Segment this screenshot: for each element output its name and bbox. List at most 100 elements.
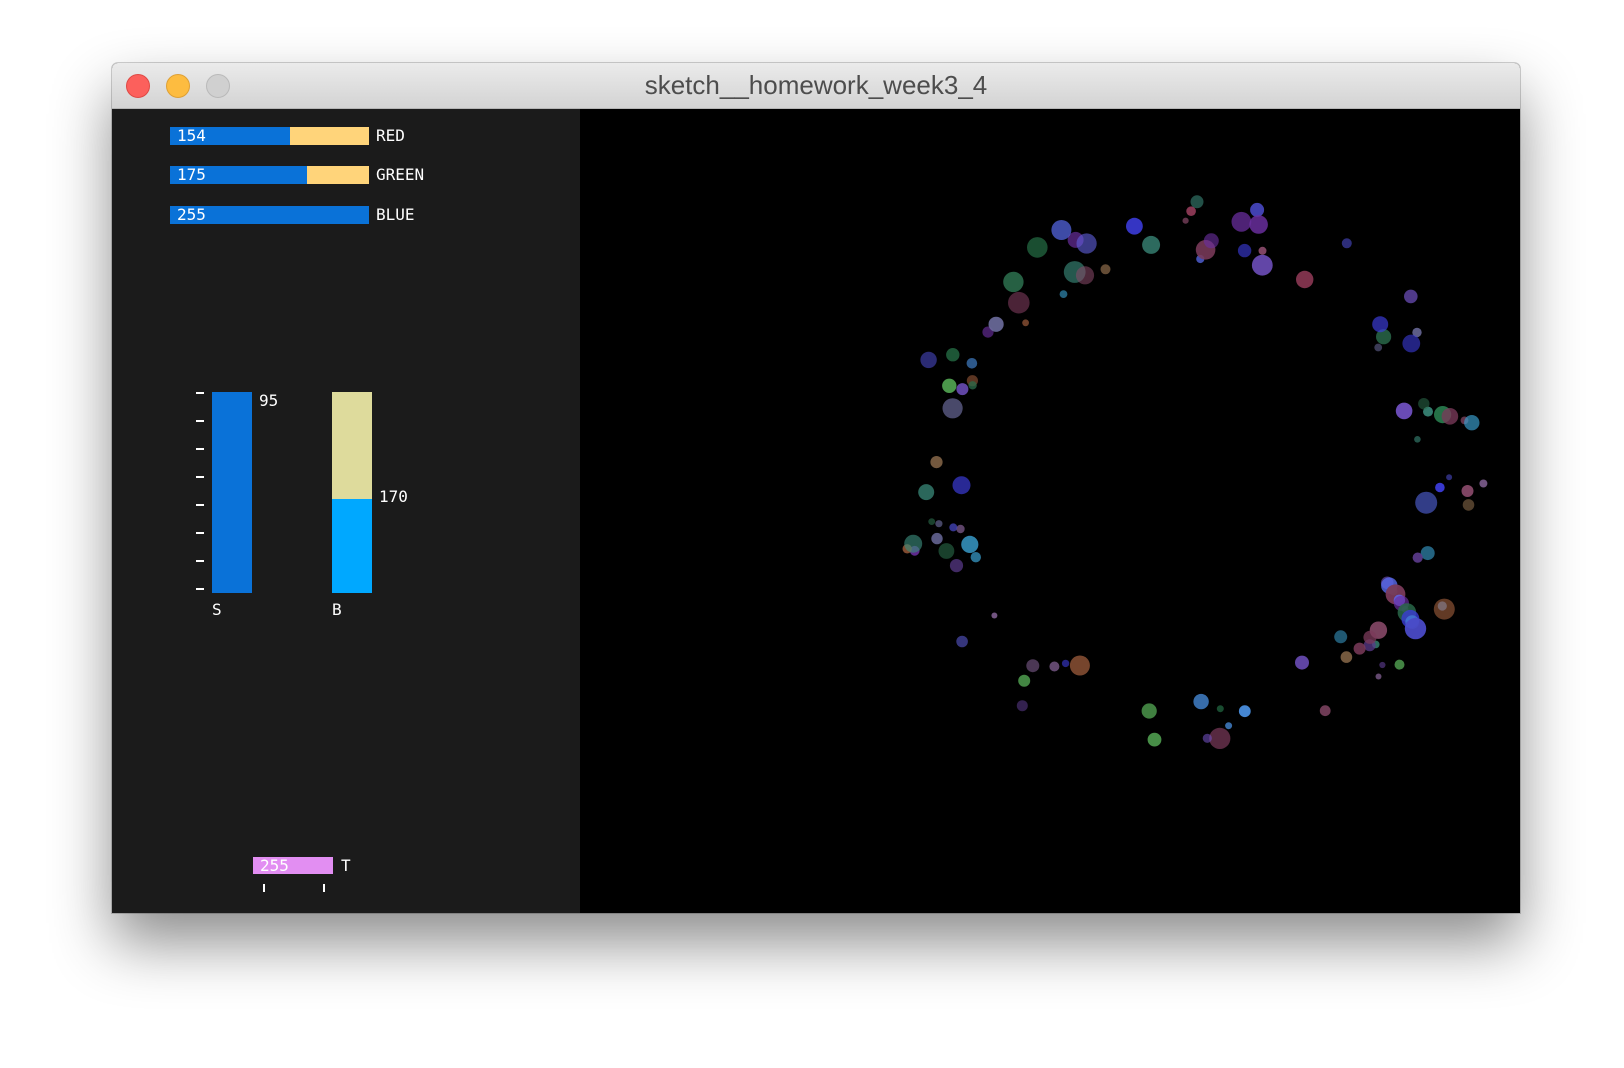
particle xyxy=(1237,243,1252,258)
particle xyxy=(1059,290,1068,298)
particle xyxy=(1412,552,1423,563)
particle xyxy=(952,476,971,495)
particle xyxy=(928,518,936,525)
saturation-slider-fill[interactable] xyxy=(212,392,252,593)
particle xyxy=(970,552,981,563)
window-title: sketch__homework_week3_4 xyxy=(644,70,988,100)
particle xyxy=(1003,271,1024,293)
particle xyxy=(991,612,998,619)
sketch-canvas[interactable] xyxy=(580,109,1520,913)
brightness-slider-fill[interactable] xyxy=(332,498,372,593)
particle xyxy=(1069,655,1090,676)
particle xyxy=(1372,316,1389,333)
particle xyxy=(1296,270,1314,289)
particle xyxy=(1464,415,1480,431)
particle xyxy=(1193,693,1209,710)
particle xyxy=(1295,655,1309,670)
particle xyxy=(1319,705,1331,717)
scale-tick xyxy=(196,420,204,422)
scale-tick xyxy=(196,448,204,450)
particle xyxy=(1126,217,1143,235)
green-slider-label: GREEN xyxy=(376,165,425,184)
particle xyxy=(1209,727,1231,750)
particle-ring xyxy=(902,195,1488,750)
particle xyxy=(1363,630,1377,644)
particle xyxy=(988,316,1004,332)
particle xyxy=(1420,546,1435,561)
particle xyxy=(1182,217,1189,224)
brightness-slider[interactable] xyxy=(332,392,372,593)
particle xyxy=(949,559,964,573)
particle xyxy=(1022,319,1029,327)
transparency-slider-label: T xyxy=(341,856,351,875)
brightness-slider-value: 170 xyxy=(379,487,408,506)
particle xyxy=(1353,642,1366,655)
particle xyxy=(1051,220,1072,240)
sketch-content: 154 RED 175 GREEN 255 BLUE 95 S 170 B 25… xyxy=(112,109,1520,913)
particle xyxy=(1076,233,1097,254)
particle xyxy=(1433,598,1455,620)
particle xyxy=(1394,659,1405,670)
particle xyxy=(956,635,968,648)
particle xyxy=(1435,482,1445,493)
particle xyxy=(966,358,978,369)
saturation-slider-label: S xyxy=(212,600,222,619)
particle xyxy=(1258,246,1267,255)
particle xyxy=(1334,630,1348,644)
particle xyxy=(942,378,957,393)
scale-tick xyxy=(196,532,204,534)
particle xyxy=(956,524,965,534)
transparency-slider-value: 255 xyxy=(260,856,289,875)
particle xyxy=(1018,674,1031,687)
app-window: sketch__homework_week3_4 154 RED 175 GRE… xyxy=(112,63,1520,913)
particle xyxy=(918,484,935,501)
control-panel: 154 RED 175 GREEN 255 BLUE 95 S 170 B 25… xyxy=(112,109,580,913)
red-slider-label: RED xyxy=(376,126,405,145)
scale-tick xyxy=(196,476,204,478)
scale-tick xyxy=(196,560,204,562)
particle xyxy=(961,535,979,553)
particle xyxy=(1049,661,1060,672)
particle xyxy=(1415,491,1438,514)
transparency-tick xyxy=(323,884,325,892)
particle xyxy=(904,534,923,553)
particle xyxy=(1008,291,1030,314)
particle xyxy=(1249,215,1268,234)
particle xyxy=(1238,705,1251,718)
particle xyxy=(1202,733,1212,743)
particle xyxy=(1016,700,1028,712)
particle xyxy=(1250,202,1265,217)
particle xyxy=(942,398,963,419)
particle xyxy=(1462,499,1475,511)
particle xyxy=(1461,485,1474,497)
saturation-slider-value: 95 xyxy=(259,391,279,410)
brightness-slider-label: B xyxy=(332,600,342,619)
transparency-tick xyxy=(263,884,265,892)
particle xyxy=(1441,408,1459,425)
red-slider-value: 154 xyxy=(177,126,206,145)
particle xyxy=(1190,195,1204,209)
scale-tick xyxy=(196,504,204,506)
particle xyxy=(931,532,943,545)
particle xyxy=(1075,266,1095,285)
particle xyxy=(1141,703,1157,719)
particle xyxy=(1147,732,1162,747)
title-bar[interactable]: sketch__homework_week3_4 xyxy=(112,63,1520,109)
particle xyxy=(1231,211,1252,232)
particle xyxy=(956,383,969,396)
particle xyxy=(930,456,943,469)
blue-slider-label: BLUE xyxy=(376,205,415,224)
particle xyxy=(1374,343,1383,352)
blue-slider-value: 255 xyxy=(177,205,206,224)
particle xyxy=(1395,402,1413,420)
particle xyxy=(1100,264,1111,275)
particle xyxy=(1340,651,1353,663)
scale-tick xyxy=(196,588,204,590)
particle xyxy=(1414,436,1421,443)
particle xyxy=(1225,722,1233,730)
saturation-slider[interactable] xyxy=(212,392,252,593)
scale-tick xyxy=(196,392,204,394)
particle xyxy=(1251,254,1273,276)
particle xyxy=(968,381,977,390)
particle xyxy=(1203,233,1219,249)
